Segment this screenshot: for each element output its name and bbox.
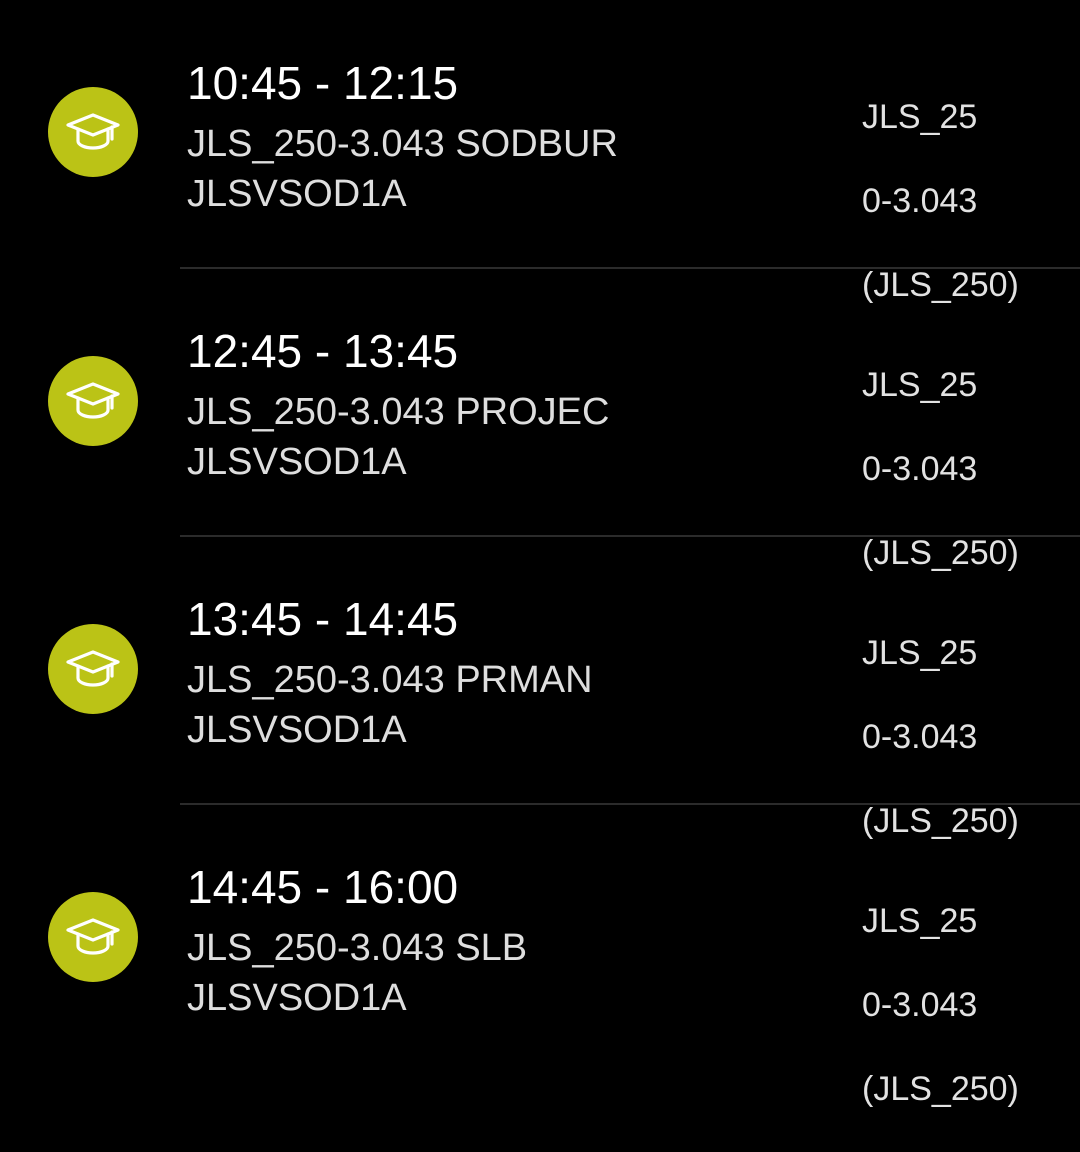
event-meta-line: 0-3.043 — [862, 986, 978, 1024]
graduation-cap-icon — [48, 892, 138, 982]
event-meta-line: (JLS_250) — [862, 1070, 1019, 1108]
event-group: JLSVSOD1A — [187, 173, 407, 215]
event-item[interactable]: 12:45 - 13:45 JLS_250-3.043 PROJEC JLSVS… — [0, 268, 1080, 572]
schedule-list: 10:45 - 12:15 JLS_250-3.043 SODBUR JLSVS… — [0, 0, 1080, 1108]
event-meta-line: JLS_25 — [862, 634, 978, 672]
event-group: JLSVSOD1A — [187, 709, 407, 751]
event-meta-line: JLS_25 — [862, 366, 978, 404]
event-time: 12:45 - 13:45 — [187, 325, 459, 377]
event-meta-line: JLS_25 — [862, 98, 978, 136]
event-item[interactable]: 10:45 - 12:15 JLS_250-3.043 SODBUR JLSVS… — [0, 0, 1080, 304]
graduation-cap-icon — [48, 624, 138, 714]
event-item[interactable]: 14:45 - 16:00 JLS_250-3.043 SLB JLSVSOD1… — [0, 804, 1080, 1108]
event-title: JLS_250-3.043 SLB — [187, 927, 528, 969]
event-meta-line: JLS_25 — [862, 902, 978, 940]
event-title: JLS_250-3.043 PRMAN — [187, 659, 593, 701]
event-meta-line: 0-3.043 — [862, 182, 978, 220]
event-time: 13:45 - 14:45 — [187, 593, 459, 645]
event-meta-line: 0-3.043 — [862, 450, 978, 488]
event-item[interactable]: 13:45 - 14:45 JLS_250-3.043 PRMAN JLSVSO… — [0, 536, 1080, 840]
graduation-cap-icon — [48, 356, 138, 446]
event-title: JLS_250-3.043 PROJEC — [187, 391, 610, 433]
event-meta-line: 0-3.043 — [862, 718, 978, 756]
event-time: 10:45 - 12:15 — [187, 57, 459, 109]
event-meta: JLS_25 0-3.043 (JLS_250) — [862, 858, 1062, 1152]
event-time: 14:45 - 16:00 — [187, 861, 459, 913]
event-title: JLS_250-3.043 SODBUR — [187, 123, 618, 165]
event-group: JLSVSOD1A — [187, 441, 407, 483]
event-group: JLSVSOD1A — [187, 977, 407, 1019]
graduation-cap-icon — [48, 87, 138, 177]
